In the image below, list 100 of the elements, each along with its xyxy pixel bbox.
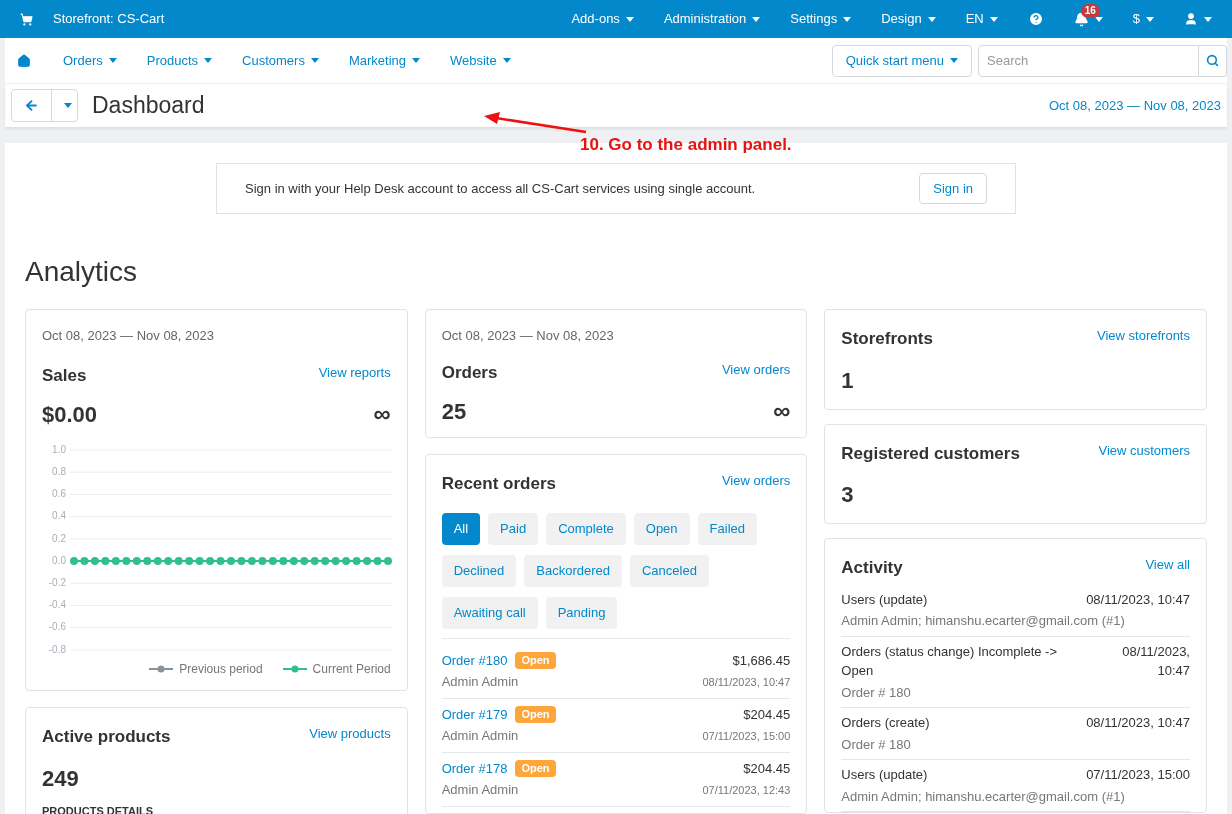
status-filter-tab[interactable]: Declined [441,554,517,587]
order-link[interactable]: Order #179 [441,704,508,724]
order-total: $1,686.45 [732,651,791,670]
products-value: 249 [42,764,80,793]
legend-marker-icon [282,664,307,674]
axis-label: -0.8 [48,643,66,655]
cart-icon [20,12,33,26]
change-value: ∞ [773,396,791,426]
home-icon[interactable] [17,53,31,68]
nav-menu[interactable]: Customers [242,50,319,71]
card-title: Active products [42,726,171,748]
status-filter-tab[interactable]: All [441,512,481,545]
top-menu[interactable]: Administration [663,9,761,29]
status-badge: Open [515,705,556,723]
status-filter-tab[interactable]: Complete [546,512,626,545]
status-filter-tab[interactable]: Awaiting call [441,596,538,629]
caret-icon [204,58,213,63]
search-field[interactable]: Search [978,44,1199,77]
caret-icon [989,16,998,22]
caret-icon [502,58,511,63]
activity-time: 07/11/2023, 15:00 [1086,766,1190,784]
view-link[interactable]: View storefronts [1097,326,1190,346]
caret-icon [63,103,72,108]
status-filter-tab[interactable]: Canceled [629,554,709,587]
caret-icon [1094,16,1103,22]
status-badge: Open [515,759,556,777]
banner-text: Sign in with your Help Desk account to access all CS-Cart services using single account. [245,179,756,198]
legend-marker-icon [149,664,174,674]
legend-label: Current Period [312,661,391,678]
date-range-link[interactable]: Oct 08, 2023 — Nov 08, 2023 [1049,95,1221,116]
date-range: Oct 08, 2023 — Nov 08, 2023 [42,327,215,345]
user-icon[interactable] [1184,12,1198,26]
axis-label: 0.0 [52,554,66,566]
activity-action: Users (update) [841,590,928,609]
nav-menu[interactable]: Orders [63,50,117,71]
view-link[interactable]: View orders [721,359,791,379]
activity-detail: Admin Admin; himanshu.ecarter@gmail.com (#1) [841,612,1126,630]
legend-label: Previous period [179,661,263,678]
top-menu[interactable]: Settings [790,9,852,29]
search-icon [1206,54,1219,67]
quick-start-button[interactable]: Quick start menu [831,44,972,77]
caret-icon [843,16,852,22]
status-filter-tab[interactable]: Backordered [524,554,622,587]
view-link[interactable]: View reports [318,362,391,382]
order-link[interactable]: Order #178 [441,758,508,778]
date-range: Oct 08, 2023 — Nov 08, 2023 [441,327,615,345]
axis-label: -0.6 [48,621,66,633]
axis-label: -0.2 [48,576,66,588]
customer-name: Admin Admin [441,781,519,799]
search-button[interactable] [1199,44,1227,77]
caret-icon [927,16,936,22]
customer-name: Admin Admin [441,727,519,745]
nav-menu[interactable]: Products [146,50,213,71]
caret-icon [108,58,117,63]
caret-icon [310,58,319,63]
order-link[interactable]: Order #180 [441,650,508,670]
card-title: Storefronts [841,328,933,350]
axis-label: 0.8 [52,465,66,477]
caret-icon [1204,16,1212,22]
help-icon[interactable] [1027,11,1044,27]
nav-menu[interactable]: Marketing [348,50,420,71]
customer-name: Admin Admin [441,673,519,691]
status-filter-tab[interactable]: Open [633,512,690,545]
caret-icon [1146,16,1154,22]
view-link[interactable]: View products [309,724,391,744]
status-filter-tab[interactable]: Panding [545,596,618,629]
view-link[interactable]: View customers [1098,440,1190,460]
order-total: $204.45 [743,759,791,778]
top-menu[interactable]: Add-ons [571,9,634,29]
card-title: Activity [841,557,903,579]
status-filter-tab[interactable]: Failed [697,512,757,545]
activity-action: Orders (create) [841,714,930,732]
axis-label: 0.6 [52,488,66,500]
top-menu[interactable]: EN [965,9,998,29]
view-link[interactable]: View all [1145,555,1190,575]
order-total: $204.45 [743,705,791,724]
caret-icon [625,16,634,22]
view-link[interactable]: View orders [721,471,791,491]
annotation-text: 10. Go to the admin panel. [580,134,792,156]
activity-detail: Order # 180 [841,683,912,702]
sign-in-button[interactable]: Sign in [919,173,987,204]
storefronts-value: 1 [841,366,855,395]
change-value: ∞ [373,399,391,429]
activity-action: Users (update) [841,766,928,784]
caret-icon [412,58,420,63]
status-filter-tab[interactable]: Paid [488,512,539,545]
nav-menu[interactable]: Website [450,50,511,71]
top-menu[interactable]: Design [881,9,936,29]
card-title: Orders [441,361,498,384]
sales-value: $0.00 [42,400,98,429]
storefront-link[interactable]: Storefront: CS-Cart [53,9,165,29]
currency-menu[interactable]: $ [1132,9,1154,29]
activity-action: Orders (status change) Incomplete -> Open [841,642,1058,680]
orders-value: 25 [441,397,467,426]
section-subtitle: PRODUCTS DETAILS [42,803,155,814]
card-title: Registered customers [841,442,1020,465]
axis-label: 0.2 [52,532,66,544]
axis-label: -0.4 [48,599,66,611]
notification-badge: 16 [1080,3,1100,18]
order-date: 07/11/2023, 15:00 [702,728,791,744]
